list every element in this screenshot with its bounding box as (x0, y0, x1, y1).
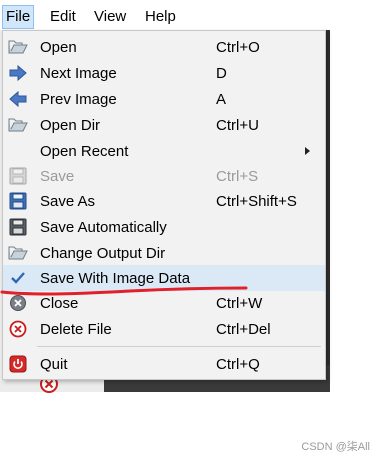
file-menu-dropdown: Open Ctrl+O Next Image D Prev Image A Op… (2, 30, 326, 380)
menu-item-label: Open Recent (40, 143, 129, 160)
menu-item-label: Change Output Dir (40, 245, 166, 262)
shortcut-label: Ctrl+U (216, 117, 259, 134)
menu-item-label: Delete File (40, 321, 112, 338)
shortcut-label: Ctrl+Shift+S (216, 193, 297, 210)
floppy-disk-icon (9, 167, 27, 185)
menu-item-save: Save Ctrl+S (3, 163, 325, 189)
menu-item-open-recent[interactable]: Open Recent (3, 138, 325, 164)
shortcut-label: D (216, 65, 227, 82)
menu-file[interactable]: File (2, 5, 35, 29)
menu-item-label: Prev Image (40, 91, 117, 108)
menu-help[interactable]: Help (142, 6, 179, 28)
watermark: CSDN @柒All (301, 441, 370, 453)
menu-item-save-automatically[interactable]: Save Automatically (3, 214, 325, 240)
menu-item-quit[interactable]: Quit Ctrl+Q (3, 351, 325, 377)
submenu-arrow-icon (305, 147, 310, 155)
menu-item-label: Open Dir (40, 117, 101, 134)
folder-open-icon (8, 118, 28, 132)
arrow-right-icon (9, 64, 27, 82)
menu-item-label: Save As (40, 193, 96, 210)
menu-item-label: Quit (40, 356, 68, 373)
menu-item-delete-file[interactable]: Delete File Ctrl+Del (3, 316, 325, 342)
shortcut-label: Ctrl+Del (216, 321, 271, 338)
folder-open-icon (8, 40, 28, 54)
menu-item-label: Save (40, 168, 75, 185)
menu-item-prev-image[interactable]: Prev Image A (3, 86, 325, 112)
power-icon (9, 355, 27, 373)
menu-item-label: Open (40, 39, 77, 56)
menu-item-next-image[interactable]: Next Image D (3, 60, 325, 86)
menu-bar: File Edit View Help (0, 0, 384, 30)
shortcut-label: Ctrl+S (216, 168, 259, 185)
menu-separator (37, 346, 321, 347)
shortcut-label: A (216, 91, 227, 108)
red-annotation-line (0, 286, 248, 296)
shortcut-label: Ctrl+Q (216, 356, 260, 373)
menu-item-open[interactable]: Open Ctrl+O (3, 34, 325, 60)
arrow-left-icon (9, 90, 27, 108)
menu-item-change-output-dir[interactable]: Change Output Dir (3, 240, 325, 266)
floppy-disk-icon (9, 192, 27, 210)
menu-view[interactable]: View (91, 6, 129, 28)
folder-open-icon (8, 246, 28, 260)
shortcut-label: Ctrl+O (216, 39, 260, 56)
menu-item-label: Next Image (40, 65, 117, 82)
menu-edit[interactable]: Edit (47, 6, 79, 28)
close-circle-red-icon (9, 320, 27, 338)
menu-item-label: Save Automatically (40, 219, 167, 236)
menu-item-open-dir[interactable]: Open Dir Ctrl+U (3, 112, 325, 138)
floppy-disk-icon (9, 218, 27, 236)
menu-item-save-as[interactable]: Save As Ctrl+Shift+S (3, 188, 325, 214)
